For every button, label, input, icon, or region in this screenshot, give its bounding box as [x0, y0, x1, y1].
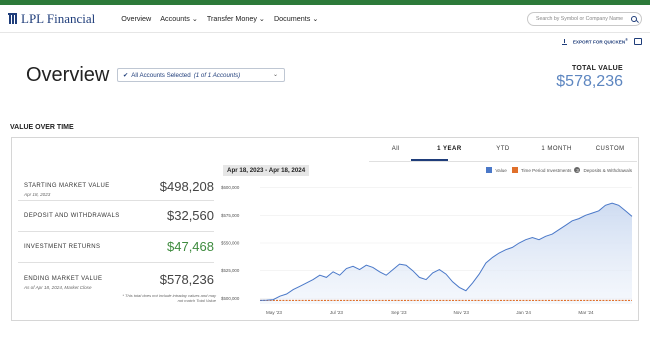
- metric-starting-value: STARTING MARKET VALUE Apr 18, 2023 $498,…: [18, 170, 214, 201]
- date-range-label: Apr 18, 2023 - Apr 18, 2024: [223, 165, 310, 176]
- tab-1-month[interactable]: 1 MONTH: [530, 146, 584, 158]
- metric-sub: Apr 18, 2023: [24, 192, 51, 197]
- legend-value-swatch: [486, 167, 493, 173]
- nav-links: Overview Accounts ⌄ Transfer Money ⌄ Doc…: [121, 14, 318, 23]
- metric-deposits: DEPOSIT AND WITHDRAWALS $32,560: [18, 201, 214, 232]
- metric-label: STARTING MARKET VALUE: [24, 183, 110, 189]
- account-select-value: All Accounts Selected: [131, 71, 191, 79]
- metric-value: $47,468: [167, 239, 214, 254]
- chart-legend: Value Time Period Investments 3 Deposits…: [486, 167, 632, 173]
- export-quicken-link[interactable]: EXPORT FOR QUICKEN®: [573, 38, 628, 45]
- value-chart: $500,000 $525,000 $550,000 $575,000 $600,000…: [221, 185, 633, 315]
- legend-investments: Time Period Investments: [520, 167, 572, 173]
- brand-name: LPL Financial: [21, 10, 96, 26]
- nav-transfer-label: Transfer Money: [206, 14, 257, 23]
- metric-label: DEPOSIT AND WITHDRAWALS: [24, 213, 120, 219]
- legend-investments-swatch: [511, 167, 518, 173]
- value-over-time-panel: All 1 YEAR YTD 1 MONTH CUSTOM Apr 18, 20…: [11, 137, 639, 321]
- account-select[interactable]: ✔ All Accounts Selected (1 of 1 Accounts…: [117, 68, 285, 82]
- metric-label: ENDING MARKET VALUE: [24, 276, 103, 282]
- x-tick-label: Sep '23: [391, 310, 407, 315]
- chevron-down-icon: ⌄: [258, 14, 265, 23]
- metrics-list: STARTING MARKET VALUE Apr 18, 2023 $498,…: [18, 170, 214, 294]
- period-tabs: All 1 YEAR YTD 1 MONTH CUSTOM: [369, 146, 637, 158]
- search-input[interactable]: Search by Symbol or Company Name: [527, 12, 642, 26]
- x-tick-label: May '23: [266, 310, 282, 315]
- top-nav: LPL Financial Overview Accounts ⌄ Transf…: [0, 5, 650, 33]
- chevron-down-icon: ⌄: [191, 14, 198, 23]
- metric-label: INVESTMENT RETURNS: [24, 244, 101, 250]
- search-icon[interactable]: [631, 16, 637, 22]
- tab-all[interactable]: All: [369, 146, 423, 158]
- section-title: VALUE OVER TIME: [10, 124, 74, 131]
- legend-value: Value: [495, 167, 507, 173]
- nav-transfer-money[interactable]: Transfer Money ⌄: [207, 14, 265, 23]
- y-tick-label: $500,000: [221, 296, 240, 301]
- metric-investment-returns: INVESTMENT RETURNS $47,468: [18, 232, 214, 263]
- search-placeholder: Search by Symbol or Company Name: [536, 16, 624, 22]
- nav-documents-label: Documents: [273, 14, 311, 23]
- tab-ytd[interactable]: YTD: [476, 146, 530, 158]
- x-tick-label: Mar '24: [578, 310, 594, 315]
- download-icon: [561, 38, 567, 45]
- nav-documents[interactable]: Documents ⌄: [274, 14, 318, 23]
- nav-accounts[interactable]: Accounts ⌄: [160, 14, 198, 23]
- export-area: EXPORT FOR QUICKEN®: [561, 38, 642, 45]
- nav-overview[interactable]: Overview: [121, 14, 151, 23]
- y-tick-label: $525,000: [221, 268, 240, 273]
- account-select-detail: (1 of 1 Accounts): [193, 71, 241, 79]
- metric-sub: As of Apr 18, 2024, Market Close: [24, 285, 92, 290]
- x-tick-label: Jan '24: [516, 310, 531, 315]
- brand-logo[interactable]: LPL Financial: [8, 11, 95, 27]
- y-tick-label: $575,000: [221, 213, 240, 218]
- export-label: EXPORT FOR QUICKEN: [572, 39, 626, 45]
- page-title: Overview: [26, 64, 110, 86]
- y-tick-label: $550,000: [221, 241, 240, 246]
- chevron-down-icon: ⌄: [272, 72, 278, 78]
- x-tick-label: Jul '23: [330, 310, 344, 315]
- value-area: [260, 203, 632, 304]
- metric-value: $32,560: [167, 208, 214, 223]
- tab-custom[interactable]: CUSTOM: [583, 146, 637, 158]
- footnote: * This total does not include intraday v…: [122, 293, 216, 303]
- metric-ending-value: ENDING MARKET VALUE As of Apr 18, 2024, …: [18, 263, 214, 294]
- y-tick-label: $600,000: [221, 185, 240, 190]
- legend-deposits-badge: 3: [574, 167, 581, 173]
- registered-mark: ®: [625, 38, 628, 43]
- x-tick-label: Nov '23: [453, 310, 469, 315]
- tab-divider: [369, 161, 637, 162]
- chevron-down-icon: ⌄: [312, 14, 319, 23]
- nav-accounts-label: Accounts: [160, 14, 190, 23]
- legend-deposits: Deposits & Withdrawals: [583, 167, 632, 173]
- metric-value: $578,236: [159, 272, 214, 287]
- active-tab-indicator: [411, 159, 448, 161]
- metric-value: $498,208: [159, 179, 214, 194]
- check-icon: ✔: [123, 71, 129, 79]
- tab-1-year[interactable]: 1 YEAR: [423, 146, 477, 158]
- print-icon[interactable]: [634, 38, 642, 45]
- lpl-logo-icon: [8, 13, 17, 24]
- total-value: $578,236: [556, 73, 623, 90]
- total-value-label: TOTAL VALUE: [571, 65, 623, 72]
